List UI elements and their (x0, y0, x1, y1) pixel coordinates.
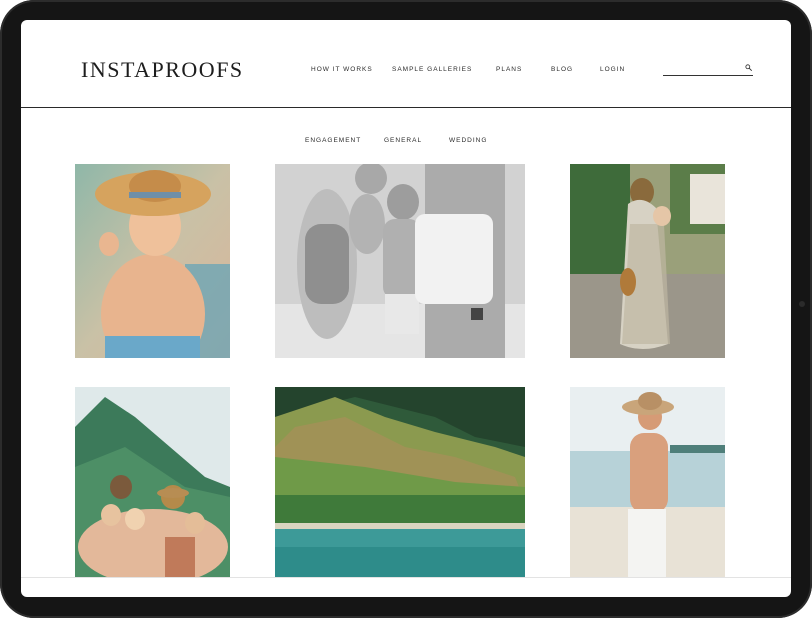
photo-boy-straw-hat-icon (75, 164, 230, 358)
nav-blog[interactable]: BLOG (551, 66, 573, 73)
nav-login[interactable]: LOGIN (600, 66, 625, 73)
tablet-device: INSTAPROOFS HOW IT WORKS SAMPLE GALLERIE… (0, 0, 812, 618)
gallery-photo-mother-child[interactable] (570, 164, 725, 358)
gallery-photo-man-beach[interactable] (570, 387, 725, 577)
filter-engagement[interactable]: ENGAGEMENT (305, 137, 361, 144)
photo-man-beach-hat-icon (570, 387, 725, 577)
photo-mother-child-path-icon (570, 164, 725, 358)
search-icon[interactable] (745, 64, 752, 71)
filter-general[interactable]: GENERAL (384, 137, 422, 144)
gallery-photo-family-bw[interactable] (275, 164, 525, 358)
photo-family-mountain-icon (75, 387, 230, 577)
gallery-photo-family-mountain[interactable] (75, 387, 230, 577)
nav-sample-galleries[interactable]: SAMPLE GALLERIES (392, 66, 472, 73)
photo-coastline-cliffs-icon (275, 387, 525, 577)
site-logo[interactable]: INSTAPROOFS (81, 57, 244, 83)
nav-plans[interactable]: PLANS (496, 66, 522, 73)
gallery-filters: ENGAGEMENT GENERAL WEDDING (21, 137, 791, 149)
footer-divider (21, 577, 791, 578)
camera-dot (799, 301, 805, 307)
photo-family-black-white-icon (275, 164, 525, 358)
gallery-photo-coastline[interactable] (275, 387, 525, 577)
gallery-photo-boy-hat[interactable] (75, 164, 230, 358)
search-box (663, 60, 753, 76)
nav-how-it-works[interactable]: HOW IT WORKS (311, 66, 373, 73)
site-header: INSTAPROOFS HOW IT WORKS SAMPLE GALLERIE… (21, 20, 791, 108)
screen: INSTAPROOFS HOW IT WORKS SAMPLE GALLERIE… (21, 20, 791, 597)
filter-wedding[interactable]: WEDDING (449, 137, 487, 144)
search-input[interactable] (663, 60, 737, 74)
